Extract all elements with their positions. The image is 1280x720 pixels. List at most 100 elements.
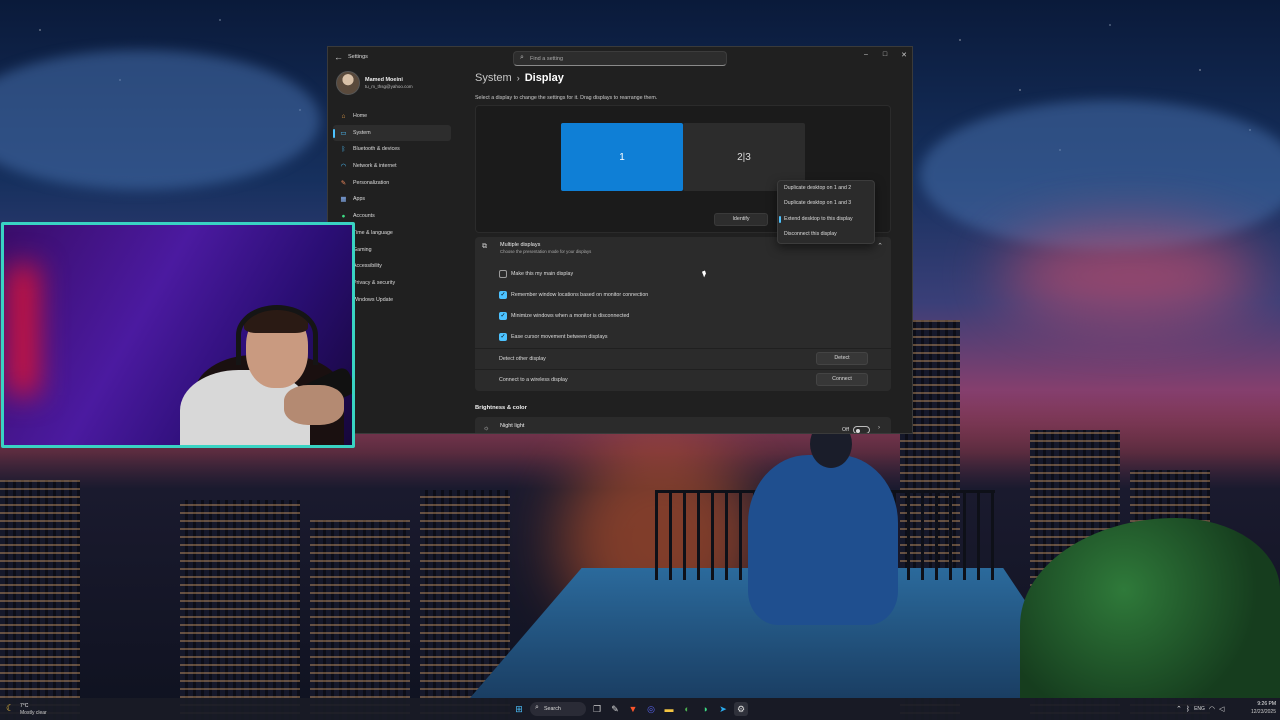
taskbar: ☾ 7°C Mostly clear ⊞ ⌕ Search ❐ ✎ ▼ ◎ ▬ … [0, 698, 1280, 720]
pen-app-icon[interactable]: ✎ [608, 702, 622, 716]
apps-icon: ▦ [340, 196, 347, 204]
sidebar-item-home[interactable]: ⌂ Home [333, 108, 451, 125]
city-building [310, 520, 410, 720]
option-label: Ease cursor movement between displays [511, 334, 608, 340]
menu-item-duplicate-1-3[interactable]: Duplicate desktop on 1 and 3 [778, 196, 874, 211]
breadcrumb-separator: › [516, 73, 520, 83]
wallpaper-cloud [920, 100, 1280, 250]
edge-icon[interactable]: ◑ [698, 702, 712, 716]
minimize-button[interactable]: – [860, 51, 872, 58]
wifi-tray-icon[interactable]: ◠ [1209, 705, 1215, 713]
display-mode-menu: Duplicate desktop on 1 and 2 Duplicate d… [777, 180, 875, 244]
weather-temperature: 7°C [20, 703, 29, 709]
sitting-person [748, 455, 898, 625]
volume-icon[interactable]: ◁ [1219, 705, 1224, 713]
bluetooth-tray-icon[interactable]: ᛒ [1186, 706, 1190, 713]
brightness-color-heading: Brightness & color [475, 405, 527, 411]
telegram-icon[interactable]: ➤ [716, 702, 730, 716]
taskbar-apps: ⊞ ⌕ Search ❐ ✎ ▼ ◎ ▬ ◐ ◑ ➤ ⚙ [512, 701, 748, 717]
arrange-instruction: Select a display to change the settings … [475, 95, 658, 101]
sidebar-item-label: Privacy & security [353, 279, 396, 286]
night-light-state: Off [842, 427, 849, 433]
chevron-right-icon[interactable]: › [878, 425, 880, 431]
taskbar-search-label: Search [544, 706, 561, 712]
home-icon: ⌂ [341, 113, 346, 120]
chevron-up-icon[interactable]: ⌃ [1176, 705, 1182, 713]
night-light-row[interactable]: ☼ Night light Off › [475, 417, 891, 433]
settings-gear-icon[interactable]: ⚙ [734, 702, 748, 716]
settings-search[interactable]: ⌕ [513, 51, 727, 66]
option-label: Remember window locations based on monit… [511, 292, 649, 298]
sidebar-item-label: Time & language [353, 229, 393, 236]
monitor-icon: ▭ [340, 129, 347, 137]
sidebar-item-label: Personalization [353, 179, 390, 186]
detect-button[interactable]: Detect [816, 352, 868, 365]
system-tray: ⌃ ᛒ ENG ◠ ◁ [1176, 701, 1224, 717]
display-settings-page: System › Display Select a display to chang… [475, 69, 905, 433]
settings-window: ← Settings ⌕ – □ ✕ Mamed Moeini tu_m_ths… [327, 46, 913, 434]
multiple-displays-icon: ⧉ [482, 243, 487, 250]
taskbar-clock[interactable]: 9:26 PM 12/23/2025 [1242, 701, 1276, 715]
close-button[interactable]: ✕ [898, 51, 910, 59]
sidebar-item-label: Windows Update [353, 296, 394, 303]
sidebar-item-network[interactable]: ◠ Network & internet [333, 158, 451, 175]
divider [475, 348, 891, 349]
sidebar-item-apps[interactable]: ▦ Apps [333, 191, 451, 208]
windows-start-icon[interactable]: ⊞ [512, 702, 526, 716]
multiple-displays-title: Multiple displays [500, 242, 541, 248]
multiple-displays-card: ⧉ Multiple displays Choose the presentat… [475, 237, 891, 391]
sidebar-item-label: System [353, 129, 371, 136]
profile-email: tu_m_thsg@yahoo.com [365, 84, 413, 89]
menu-item-disconnect[interactable]: Disconnect this display [778, 227, 874, 242]
option-label: Make this my main display [511, 271, 574, 277]
sunset-glow [1000, 230, 1260, 320]
chevron-up-icon[interactable]: ⌃ [877, 242, 883, 250]
chrome-icon[interactable]: ◐ [680, 702, 694, 716]
clock-time: 9:26 PM [1257, 701, 1276, 707]
language-indicator[interactable]: ENG [1194, 706, 1205, 712]
sidebar-item-label: Home [353, 113, 368, 119]
maximize-button[interactable]: □ [879, 51, 891, 58]
connect-button[interactable]: Connect [816, 373, 868, 386]
divider [475, 369, 891, 370]
option-label: Minimize windows when a monitor is disco… [511, 313, 630, 319]
webcam-person-hand [284, 385, 344, 425]
page-title: Display [524, 72, 564, 84]
checkbox-minimize-windows[interactable]: ✓ [499, 312, 507, 320]
weather-widget[interactable]: ☾ 7°C Mostly clear [6, 701, 66, 717]
taskbar-search[interactable]: ⌕ Search [530, 702, 586, 716]
menu-item-duplicate-1-2[interactable]: Duplicate desktop on 1 and 2 [778, 181, 874, 196]
app-title: Settings [348, 54, 368, 60]
identify-button[interactable]: Identify [714, 213, 768, 226]
sidebar-item-system[interactable]: ▭ System [333, 124, 451, 142]
file-explorer-icon[interactable]: ▬ [662, 702, 676, 716]
discord-icon[interactable]: ◎ [644, 702, 658, 716]
sidebar-item-bluetooth[interactable]: ᛒ Bluetooth & devices [333, 141, 451, 158]
monitor-1-tile[interactable]: 1 [561, 123, 683, 191]
user-profile[interactable]: Mamed Moeini tu_m_thsg@yahoo.com [336, 71, 456, 99]
sidebar-item-label: Network & internet [353, 163, 397, 170]
brave-browser-icon[interactable]: ▼ [626, 702, 640, 716]
task-view-icon[interactable]: ❐ [590, 702, 604, 716]
menu-item-extend[interactable]: Extend desktop to this display [778, 212, 874, 227]
checkbox-ease-cursor[interactable]: ✓ [499, 333, 507, 341]
sidebar-item-label: Gaming [353, 246, 372, 253]
weather-condition: Mostly clear [20, 710, 47, 716]
checkbox-main-display[interactable] [499, 270, 507, 278]
sidebar-item-personalization[interactable]: ✎ Personalization [333, 175, 451, 192]
sidebar-item-label: Bluetooth & devices [353, 146, 400, 153]
moon-cloud-icon: ☾ [6, 703, 15, 713]
avatar [336, 71, 360, 95]
breadcrumb-system[interactable]: System [475, 72, 512, 84]
checkbox-remember-locations[interactable]: ✓ [499, 291, 507, 299]
search-icon: ⌕ [520, 54, 524, 61]
detect-display-label: Detect other display [499, 356, 546, 362]
night-light-label: Night light [500, 423, 525, 429]
breadcrumb: System › Display [475, 72, 564, 84]
wifi-icon: ◠ [340, 163, 347, 171]
multiple-displays-subtitle: Choose the presentation mode for your di… [500, 249, 592, 254]
search-input[interactable] [530, 54, 720, 64]
back-arrow-icon[interactable]: ← [334, 52, 343, 62]
night-light-toggle[interactable] [853, 426, 870, 433]
wireless-display-label: Connect to a wireless display [499, 377, 568, 383]
